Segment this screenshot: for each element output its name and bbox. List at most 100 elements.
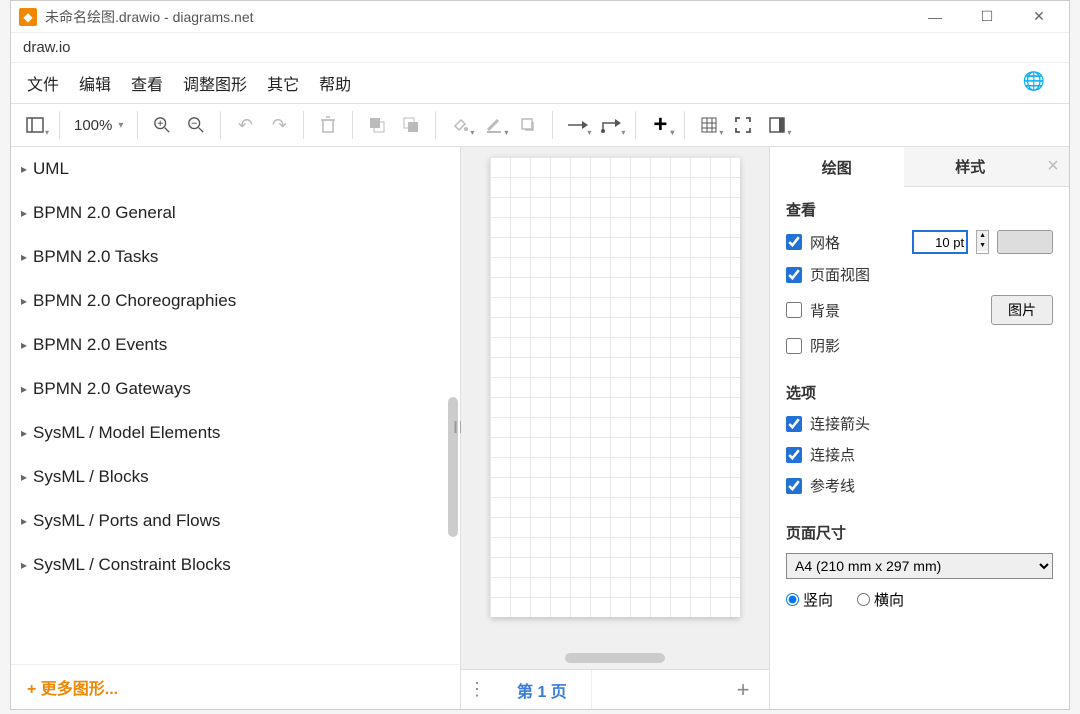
zoom-in-button[interactable] [146,109,178,141]
toolbar-separator [220,111,221,139]
delete-button[interactable] [312,109,344,141]
shape-category[interactable]: SysML / Blocks [11,455,460,499]
pagesize-select[interactable]: A4 (210 mm x 297 mm) [786,553,1053,579]
menu-other[interactable]: 其它 [267,71,299,95]
points-label: 连接点 [810,444,1053,465]
shape-category[interactable]: BPMN 2.0 Gateways [11,367,460,411]
shadow-checkbox[interactable] [786,338,802,354]
portrait-text: 竖向 [803,589,833,610]
sidebar-toggle-button[interactable] [19,109,51,141]
sidebar-scrollbar-thumb[interactable] [448,397,458,537]
fill-color-button[interactable] [444,109,476,141]
toolbar-separator [137,111,138,139]
page-tab-1[interactable]: 第 1 页 [493,670,592,710]
spinner-down-icon[interactable]: ▼ [977,241,988,251]
background-image-button[interactable]: 图片 [991,295,1053,325]
shape-category[interactable]: SysML / Model Elements [11,411,460,455]
arrows-checkbox[interactable] [786,416,802,432]
pagesize-section: 页面尺寸 A4 (210 mm x 297 mm) 竖向 横向 [770,510,1069,624]
zoom-out-button[interactable] [180,109,212,141]
shape-category[interactable]: BPMN 2.0 Choreographies [11,279,460,323]
toolbar: 100% ↶ ↷ + [11,103,1069,147]
menu-help[interactable]: 帮助 [319,71,351,95]
arrows-label: 连接箭头 [810,413,1053,434]
grid-size-input[interactable] [912,230,968,254]
minimize-button[interactable]: — [921,5,949,29]
background-label: 背景 [810,300,983,321]
page-surface[interactable] [490,157,740,617]
shapes-sidebar: UML BPMN 2.0 General BPMN 2.0 Tasks BPMN… [11,147,461,709]
titlebar: ◆ 未命名绘图.drawio - diagrams.net — ☐ ✕ [11,1,1069,33]
format-panel-button[interactable] [761,109,793,141]
toolbar-separator [635,111,636,139]
window-title: 未命名绘图.drawio - diagrams.net [45,7,921,27]
background-checkbox[interactable] [786,302,802,318]
shadow-button[interactable] [512,109,544,141]
view-section: 查看 网格 ▲▼ 页面视图 背景 图片 [770,187,1069,370]
tab-style[interactable]: 样式 [904,147,1038,187]
undo-button[interactable]: ↶ [229,109,261,141]
options-section: 选项 连接箭头 连接点 参考线 [770,370,1069,510]
to-back-button[interactable] [395,109,427,141]
guides-label: 参考线 [810,475,1053,496]
waypoint-button[interactable] [595,109,627,141]
tab-draw[interactable]: 绘图 [770,147,904,187]
toolbar-separator [684,111,685,139]
menu-file[interactable]: 文件 [27,71,59,95]
portrait-radio[interactable] [786,593,799,606]
grid-label: 网格 [810,232,904,253]
points-checkbox[interactable] [786,447,802,463]
portrait-radio-label[interactable]: 竖向 [786,589,833,610]
toolbar-separator [59,111,60,139]
canvas[interactable] [461,147,769,669]
maximize-button[interactable]: ☐ [973,5,1001,29]
menubar: 文件 编辑 查看 调整图形 其它 帮助 🌐 [11,63,1069,103]
pageview-label: 页面视图 [810,264,1053,285]
menu-edit[interactable]: 编辑 [79,71,111,95]
shape-category[interactable]: SysML / Ports and Flows [11,499,460,543]
panel-close-button[interactable]: × [1037,147,1069,187]
table-button[interactable] [693,109,725,141]
to-front-button[interactable] [361,109,393,141]
language-icon[interactable]: 🌐 [1023,71,1045,95]
shape-category[interactable]: SysML / Constraint Blocks [11,543,460,587]
menu-view[interactable]: 查看 [131,71,163,95]
shape-category[interactable]: UML [11,147,460,191]
pagesize-heading: 页面尺寸 [786,522,1053,543]
add-page-button[interactable]: + [727,677,759,703]
shape-category[interactable]: BPMN 2.0 General [11,191,460,235]
zoom-dropdown[interactable]: 100% [68,117,129,134]
shape-category[interactable]: BPMN 2.0 Tasks [11,235,460,279]
page-tabs-menu-button[interactable]: ⋮ [461,679,493,700]
page-tabs: ⋮ 第 1 页 + [461,669,769,709]
landscape-radio-label[interactable]: 横向 [857,589,904,610]
app-subtitle: draw.io [11,33,1069,63]
insert-button[interactable]: + [644,109,676,141]
app-window: ◆ 未命名绘图.drawio - diagrams.net — ☐ ✕ draw… [10,0,1070,710]
canvas-wrap: ⋮ 第 1 页 + [461,147,769,709]
spinner-up-icon[interactable]: ▲ [977,231,988,241]
grid-size-spinner[interactable]: ▲▼ [976,230,989,254]
more-shapes-button[interactable]: + 更多图形... [11,664,460,709]
menu-shape[interactable]: 调整图形 [183,71,247,95]
connection-button[interactable] [561,109,593,141]
guides-checkbox[interactable] [786,478,802,494]
window-controls: — ☐ ✕ [921,5,1061,29]
toolbar-separator [435,111,436,139]
app-icon: ◆ [19,8,37,26]
grid-checkbox[interactable] [786,234,802,250]
redo-button[interactable]: ↷ [263,109,295,141]
toolbar-separator [352,111,353,139]
landscape-text: 横向 [874,589,904,610]
grid-color-swatch[interactable] [997,230,1053,254]
line-color-button[interactable] [478,109,510,141]
close-button[interactable]: ✕ [1025,5,1053,29]
shape-category[interactable]: BPMN 2.0 Events [11,323,460,367]
pageview-checkbox[interactable] [786,267,802,283]
toolbar-separator [303,111,304,139]
landscape-radio[interactable] [857,593,870,606]
shape-category-list[interactable]: UML BPMN 2.0 General BPMN 2.0 Tasks BPMN… [11,147,460,664]
format-panel: 绘图 样式 × 查看 网格 ▲▼ 页面视图 [769,147,1069,709]
fullscreen-button[interactable] [727,109,759,141]
canvas-hscroll-thumb[interactable] [565,653,665,663]
